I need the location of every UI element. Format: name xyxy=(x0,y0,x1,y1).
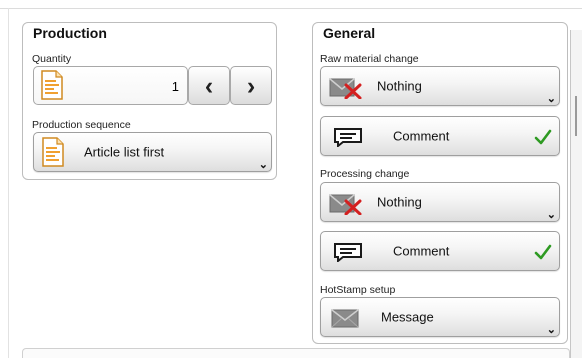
document-icon xyxy=(41,70,63,100)
processing-option: Nothing xyxy=(377,194,422,210)
dropdown-caret-icon: ⌄ xyxy=(546,324,556,336)
quantity-value: 1 xyxy=(171,79,179,94)
quantity-field[interactable]: 1 xyxy=(33,66,188,105)
hotstamp-dropdown[interactable]: Message ⌄ xyxy=(320,297,560,337)
general-panel: General Raw material change Nothing ⌄ Co… xyxy=(312,22,568,344)
sequence-label: Production sequence xyxy=(32,119,131,131)
envelope-x-icon xyxy=(329,78,362,99)
sequence-dropdown[interactable]: Article list first ⌄ xyxy=(33,132,272,172)
dropdown-caret-icon: ⌄ xyxy=(546,93,556,105)
raw-material-comment-label: Comment xyxy=(393,128,450,144)
chevron-left-icon: ‹ xyxy=(204,72,214,100)
general-title: General xyxy=(323,25,376,41)
document-icon xyxy=(42,137,64,167)
top-divider xyxy=(0,8,582,9)
right-scrollbar[interactable] xyxy=(570,30,582,358)
quantity-decrement-button[interactable]: ‹ xyxy=(188,66,230,105)
quantity-label: Quantity xyxy=(32,53,72,65)
raw-material-option: Nothing xyxy=(377,78,422,94)
quantity-increment-button[interactable]: › xyxy=(230,66,272,105)
dropdown-caret-icon: ⌄ xyxy=(258,159,268,171)
hotstamp-label: HotStamp setup xyxy=(320,284,396,296)
production-title: Production xyxy=(33,25,107,41)
scrollbar-thumb[interactable] xyxy=(575,96,577,136)
bottom-panel-edge xyxy=(22,348,570,358)
checkmark-icon xyxy=(534,244,552,260)
left-divider xyxy=(8,8,9,358)
envelope-icon xyxy=(331,309,359,328)
processing-comment-label: Comment xyxy=(393,243,450,259)
comment-bubble-icon xyxy=(334,128,362,147)
processing-comment-button[interactable]: Comment xyxy=(320,231,560,271)
processing-dropdown[interactable]: Nothing ⌄ xyxy=(320,182,560,222)
processing-label: Processing change xyxy=(320,168,410,180)
envelope-x-icon xyxy=(329,194,362,215)
comment-bubble-icon xyxy=(334,243,362,262)
dropdown-caret-icon: ⌄ xyxy=(546,209,556,221)
raw-material-label: Raw material change xyxy=(320,53,419,65)
raw-material-comment-button[interactable]: Comment xyxy=(320,116,560,156)
settings-view: Production Quantity 1 ‹ › Production seq… xyxy=(0,0,582,358)
chevron-right-icon: › xyxy=(246,72,256,100)
raw-material-dropdown[interactable]: Nothing ⌄ xyxy=(320,66,560,106)
checkmark-icon xyxy=(534,129,552,145)
hotstamp-option: Message xyxy=(381,309,434,325)
production-panel: Production Quantity 1 ‹ › Production seq… xyxy=(22,22,277,180)
sequence-value: Article list first xyxy=(84,144,165,160)
